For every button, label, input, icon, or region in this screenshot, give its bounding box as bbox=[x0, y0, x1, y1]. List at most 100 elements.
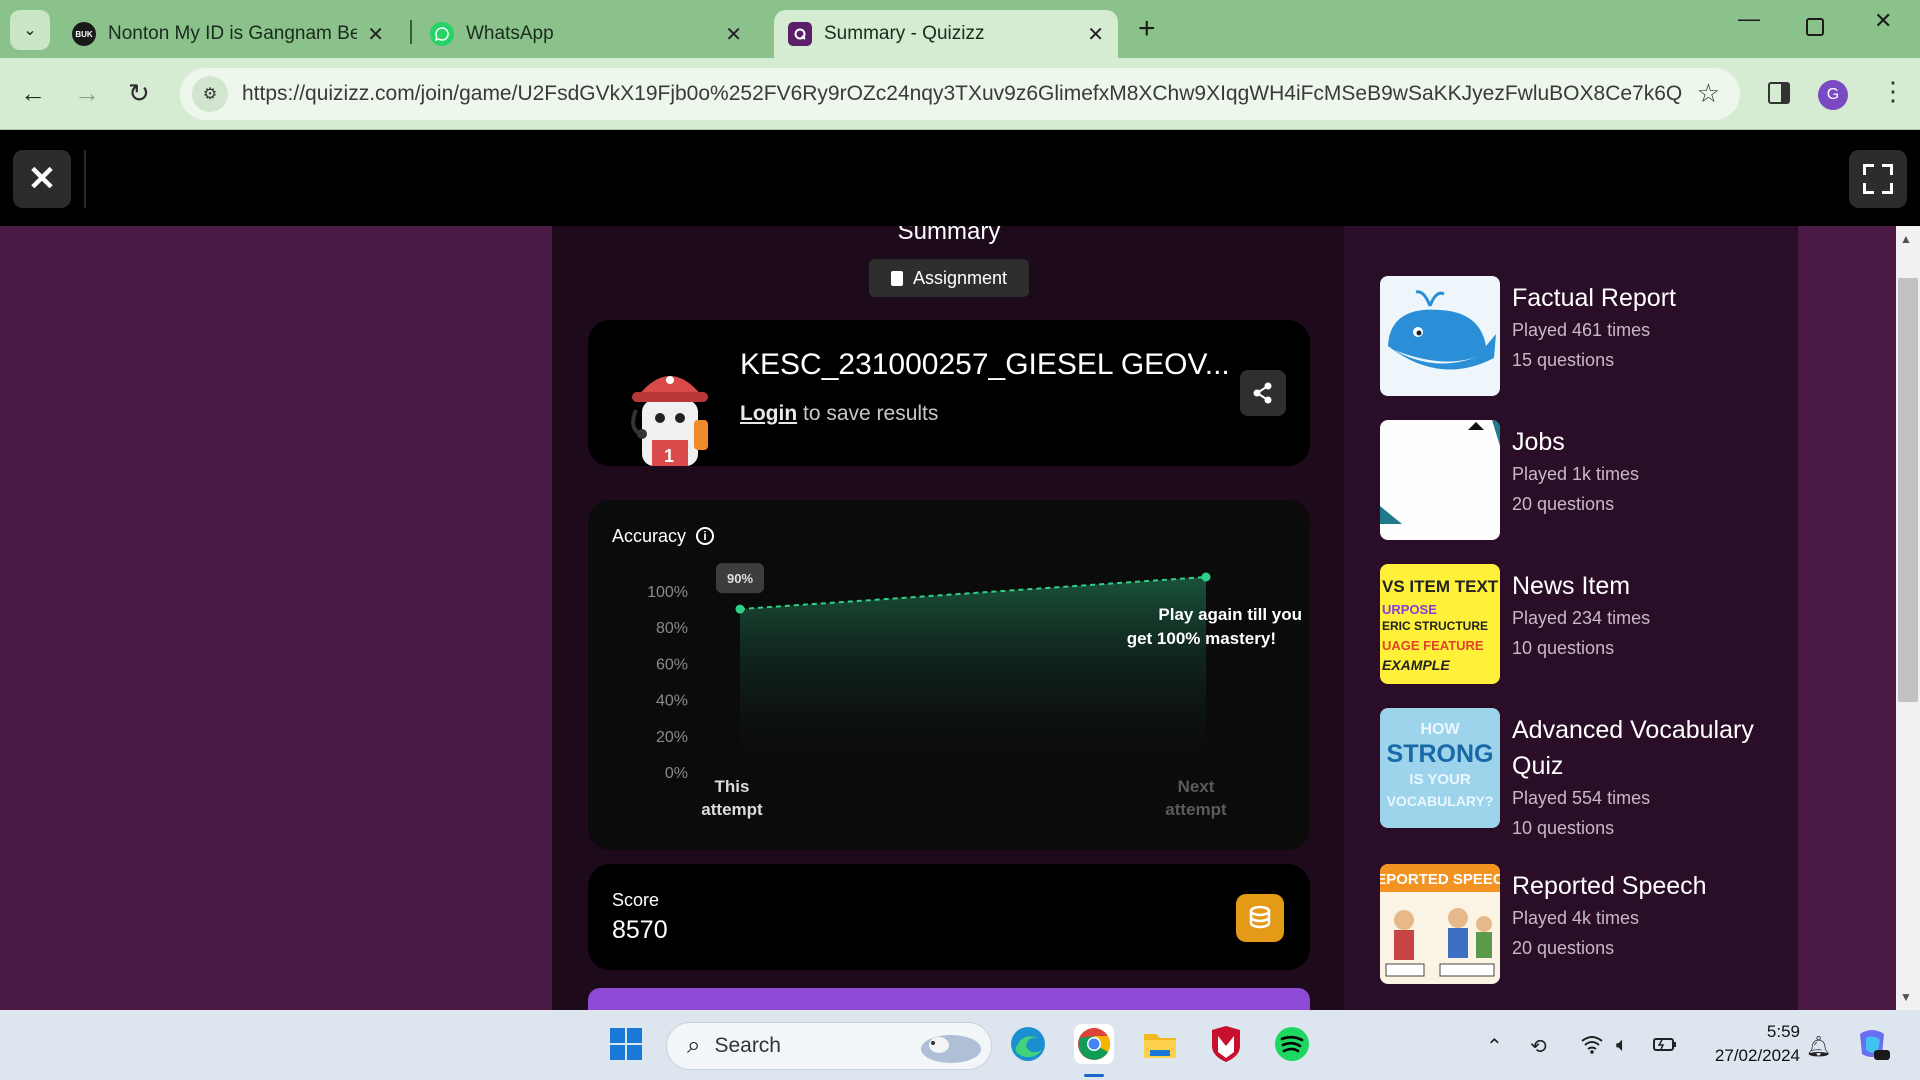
quiz-question-count: 20 questions bbox=[1512, 938, 1615, 958]
quiz-header: ✕ bbox=[0, 130, 1920, 226]
bookmark-star-icon[interactable]: ☆ bbox=[1697, 78, 1720, 109]
windows-start-icon[interactable] bbox=[606, 1024, 646, 1064]
player-card: 1 KESC_231000257_GIESEL GEOV... Login to… bbox=[588, 320, 1310, 466]
scroll-down-icon[interactable]: ▼ bbox=[1900, 990, 1912, 1004]
login-link[interactable]: Login bbox=[740, 402, 797, 425]
accuracy-card: Accuracy i 90% 100% 80% 60% 40% 20% 0% This a… bbox=[588, 500, 1310, 850]
tab-title: Summary - Quizizz bbox=[824, 23, 985, 44]
primary-action-button[interactable] bbox=[588, 988, 1310, 1010]
restore-icon[interactable] bbox=[1806, 18, 1824, 36]
quiz-question-count: 10 questions bbox=[1512, 818, 1615, 838]
quiz-thumbnail bbox=[1380, 420, 1500, 540]
taskbar-search-label: Search bbox=[714, 1034, 781, 1057]
svg-text:ERIC STRUCTURE: ERIC STRUCTURE bbox=[1382, 619, 1488, 633]
tab-close-icon[interactable]: ✕ bbox=[725, 22, 742, 47]
quiz-title: Jobs bbox=[1512, 428, 1565, 456]
scroll-up-icon[interactable]: ▲ bbox=[1900, 232, 1912, 246]
menu-kebab-icon[interactable]: ⋮ bbox=[1880, 76, 1906, 107]
y-tick-label: 40% bbox=[656, 693, 688, 710]
news-item-image: VS ITEM TEXT URPOSE ERIC STRUCTURE UAGE … bbox=[1382, 577, 1499, 673]
reload-icon[interactable]: ↻ bbox=[128, 78, 150, 109]
system-clock[interactable]: 5:59 27/02/2024 bbox=[1700, 1020, 1800, 1068]
document-icon bbox=[890, 270, 903, 286]
login-prompt: Login to save results bbox=[740, 402, 938, 426]
data-label-90: 90% bbox=[727, 571, 753, 586]
y-tick-label: 0% bbox=[665, 765, 688, 782]
tab-strip: ⌄ BUK Nonton My ID is Gangnam Beauty ✕ W… bbox=[0, 0, 1920, 58]
x-tick-this-2: attempt bbox=[701, 800, 763, 819]
tab-separator bbox=[410, 20, 412, 44]
y-tick-label: 80% bbox=[656, 620, 688, 637]
coins-icon bbox=[1249, 905, 1271, 929]
address-bar[interactable]: ⚙ https://quizizz.com/join/game/U2FsdGVk… bbox=[180, 68, 1740, 120]
notification-bell-icon[interactable]: 🔔︎ bbox=[1806, 1034, 1831, 1059]
quiz-thumbnail: EPORTED SPEEC bbox=[1380, 864, 1500, 984]
quizizz-favicon-icon bbox=[788, 22, 812, 46]
jobs-image bbox=[1380, 420, 1500, 524]
spotify-icon[interactable] bbox=[1272, 1024, 1312, 1064]
taskbar-search[interactable]: ⌕ Search bbox=[666, 1022, 992, 1070]
svg-text:IS YOUR: IS YOUR bbox=[1409, 771, 1471, 788]
profile-avatar[interactable]: G bbox=[1818, 80, 1848, 110]
quiz-plays: Played 461 times bbox=[1512, 320, 1651, 340]
back-icon[interactable]: ← bbox=[20, 78, 46, 109]
x-tick-next-1: Next bbox=[1178, 777, 1215, 796]
score-card: Score 8570 bbox=[588, 864, 1310, 970]
new-tab-icon[interactable]: + bbox=[1138, 12, 1156, 46]
tab-quizizz[interactable]: Summary - Quizizz ✕ bbox=[774, 10, 1118, 58]
quiz-title: News Item bbox=[1512, 572, 1631, 600]
y-tick-label: 60% bbox=[656, 656, 688, 673]
fullscreen-icon[interactable] bbox=[1849, 150, 1907, 208]
quiz-question-count: 20 questions bbox=[1512, 494, 1615, 514]
tab-search-button[interactable]: ⌄ bbox=[10, 10, 50, 50]
svg-text:HOW: HOW bbox=[1420, 721, 1460, 738]
edge-icon[interactable] bbox=[1008, 1024, 1048, 1064]
quiz-plays: Played 1k times bbox=[1512, 464, 1640, 484]
x-tick-next-2: attempt bbox=[1165, 800, 1227, 819]
x-tick-this-1: This bbox=[715, 777, 750, 796]
side-panel-icon[interactable] bbox=[1768, 82, 1790, 104]
page-title: Summary bbox=[897, 226, 1001, 245]
url-text[interactable]: https://quizizz.com/join/game/U2FsdGVkX1… bbox=[242, 82, 1682, 106]
tab-whatsapp[interactable]: WhatsApp ✕ bbox=[416, 10, 756, 58]
forward-icon[interactable]: → bbox=[74, 78, 100, 109]
tab-close-icon[interactable]: ✕ bbox=[367, 22, 384, 47]
tray-overflow-icon[interactable]: ⌃ bbox=[1486, 1034, 1503, 1059]
close-quiz-button[interactable]: ✕ bbox=[13, 150, 71, 208]
volume-icon[interactable]: 🔈︎ bbox=[1616, 1034, 1628, 1057]
tab-nonton[interactable]: BUK Nonton My ID is Gangnam Beauty ✕ bbox=[58, 10, 398, 58]
quiz-thumbnail: HOW STRONG IS YOUR VOCABULARY? bbox=[1380, 708, 1500, 828]
svg-text:EXAMPLE: EXAMPLE bbox=[1382, 657, 1450, 673]
minimize-icon[interactable]: — bbox=[1738, 6, 1760, 32]
site-settings-icon[interactable]: ⚙ bbox=[192, 76, 228, 112]
reported-speech-image: EPORTED SPEEC bbox=[1380, 864, 1500, 977]
header-divider bbox=[84, 150, 86, 208]
quiz-title: Factual Report bbox=[1512, 284, 1676, 312]
clock-time: 5:59 bbox=[1766, 1022, 1800, 1041]
svg-text:STRONG: STRONG bbox=[1387, 740, 1494, 768]
y-tick-label: 100% bbox=[647, 584, 688, 601]
svg-text:UAGE FEATURE: UAGE FEATURE bbox=[1382, 638, 1484, 653]
file-explorer-icon[interactable] bbox=[1140, 1024, 1180, 1064]
share-button[interactable] bbox=[1240, 370, 1286, 416]
nonton-favicon-icon: BUK bbox=[72, 22, 96, 46]
assignment-label: Assignment bbox=[912, 267, 1008, 288]
copilot-icon[interactable] bbox=[1852, 1024, 1892, 1064]
scrollbar-thumb[interactable] bbox=[1898, 278, 1918, 702]
coins-button[interactable] bbox=[1236, 894, 1284, 942]
mcafee-icon[interactable] bbox=[1206, 1024, 1246, 1064]
data-point-this-attempt bbox=[735, 604, 745, 614]
wifi-icon[interactable] bbox=[1580, 1034, 1604, 1060]
assignment-badge: Assignment bbox=[869, 259, 1029, 297]
quiz-thumbnail bbox=[1380, 276, 1500, 396]
quiz-thumbnail: VS ITEM TEXT URPOSE ERIC STRUCTURE UAGE … bbox=[1380, 564, 1500, 684]
battery-icon[interactable] bbox=[1652, 1034, 1678, 1060]
sync-icon[interactable]: ⟲ bbox=[1530, 1034, 1547, 1059]
close-window-icon[interactable]: ✕ bbox=[1874, 8, 1892, 34]
active-app-indicator bbox=[1084, 1074, 1104, 1077]
svg-text:EPORTED SPEEC: EPORTED SPEEC bbox=[1380, 871, 1500, 888]
score-label: Score bbox=[612, 890, 660, 910]
mastery-message-1: Play again till you bbox=[1158, 605, 1302, 624]
tab-close-icon[interactable]: ✕ bbox=[1087, 22, 1104, 47]
chrome-icon[interactable] bbox=[1074, 1024, 1114, 1064]
